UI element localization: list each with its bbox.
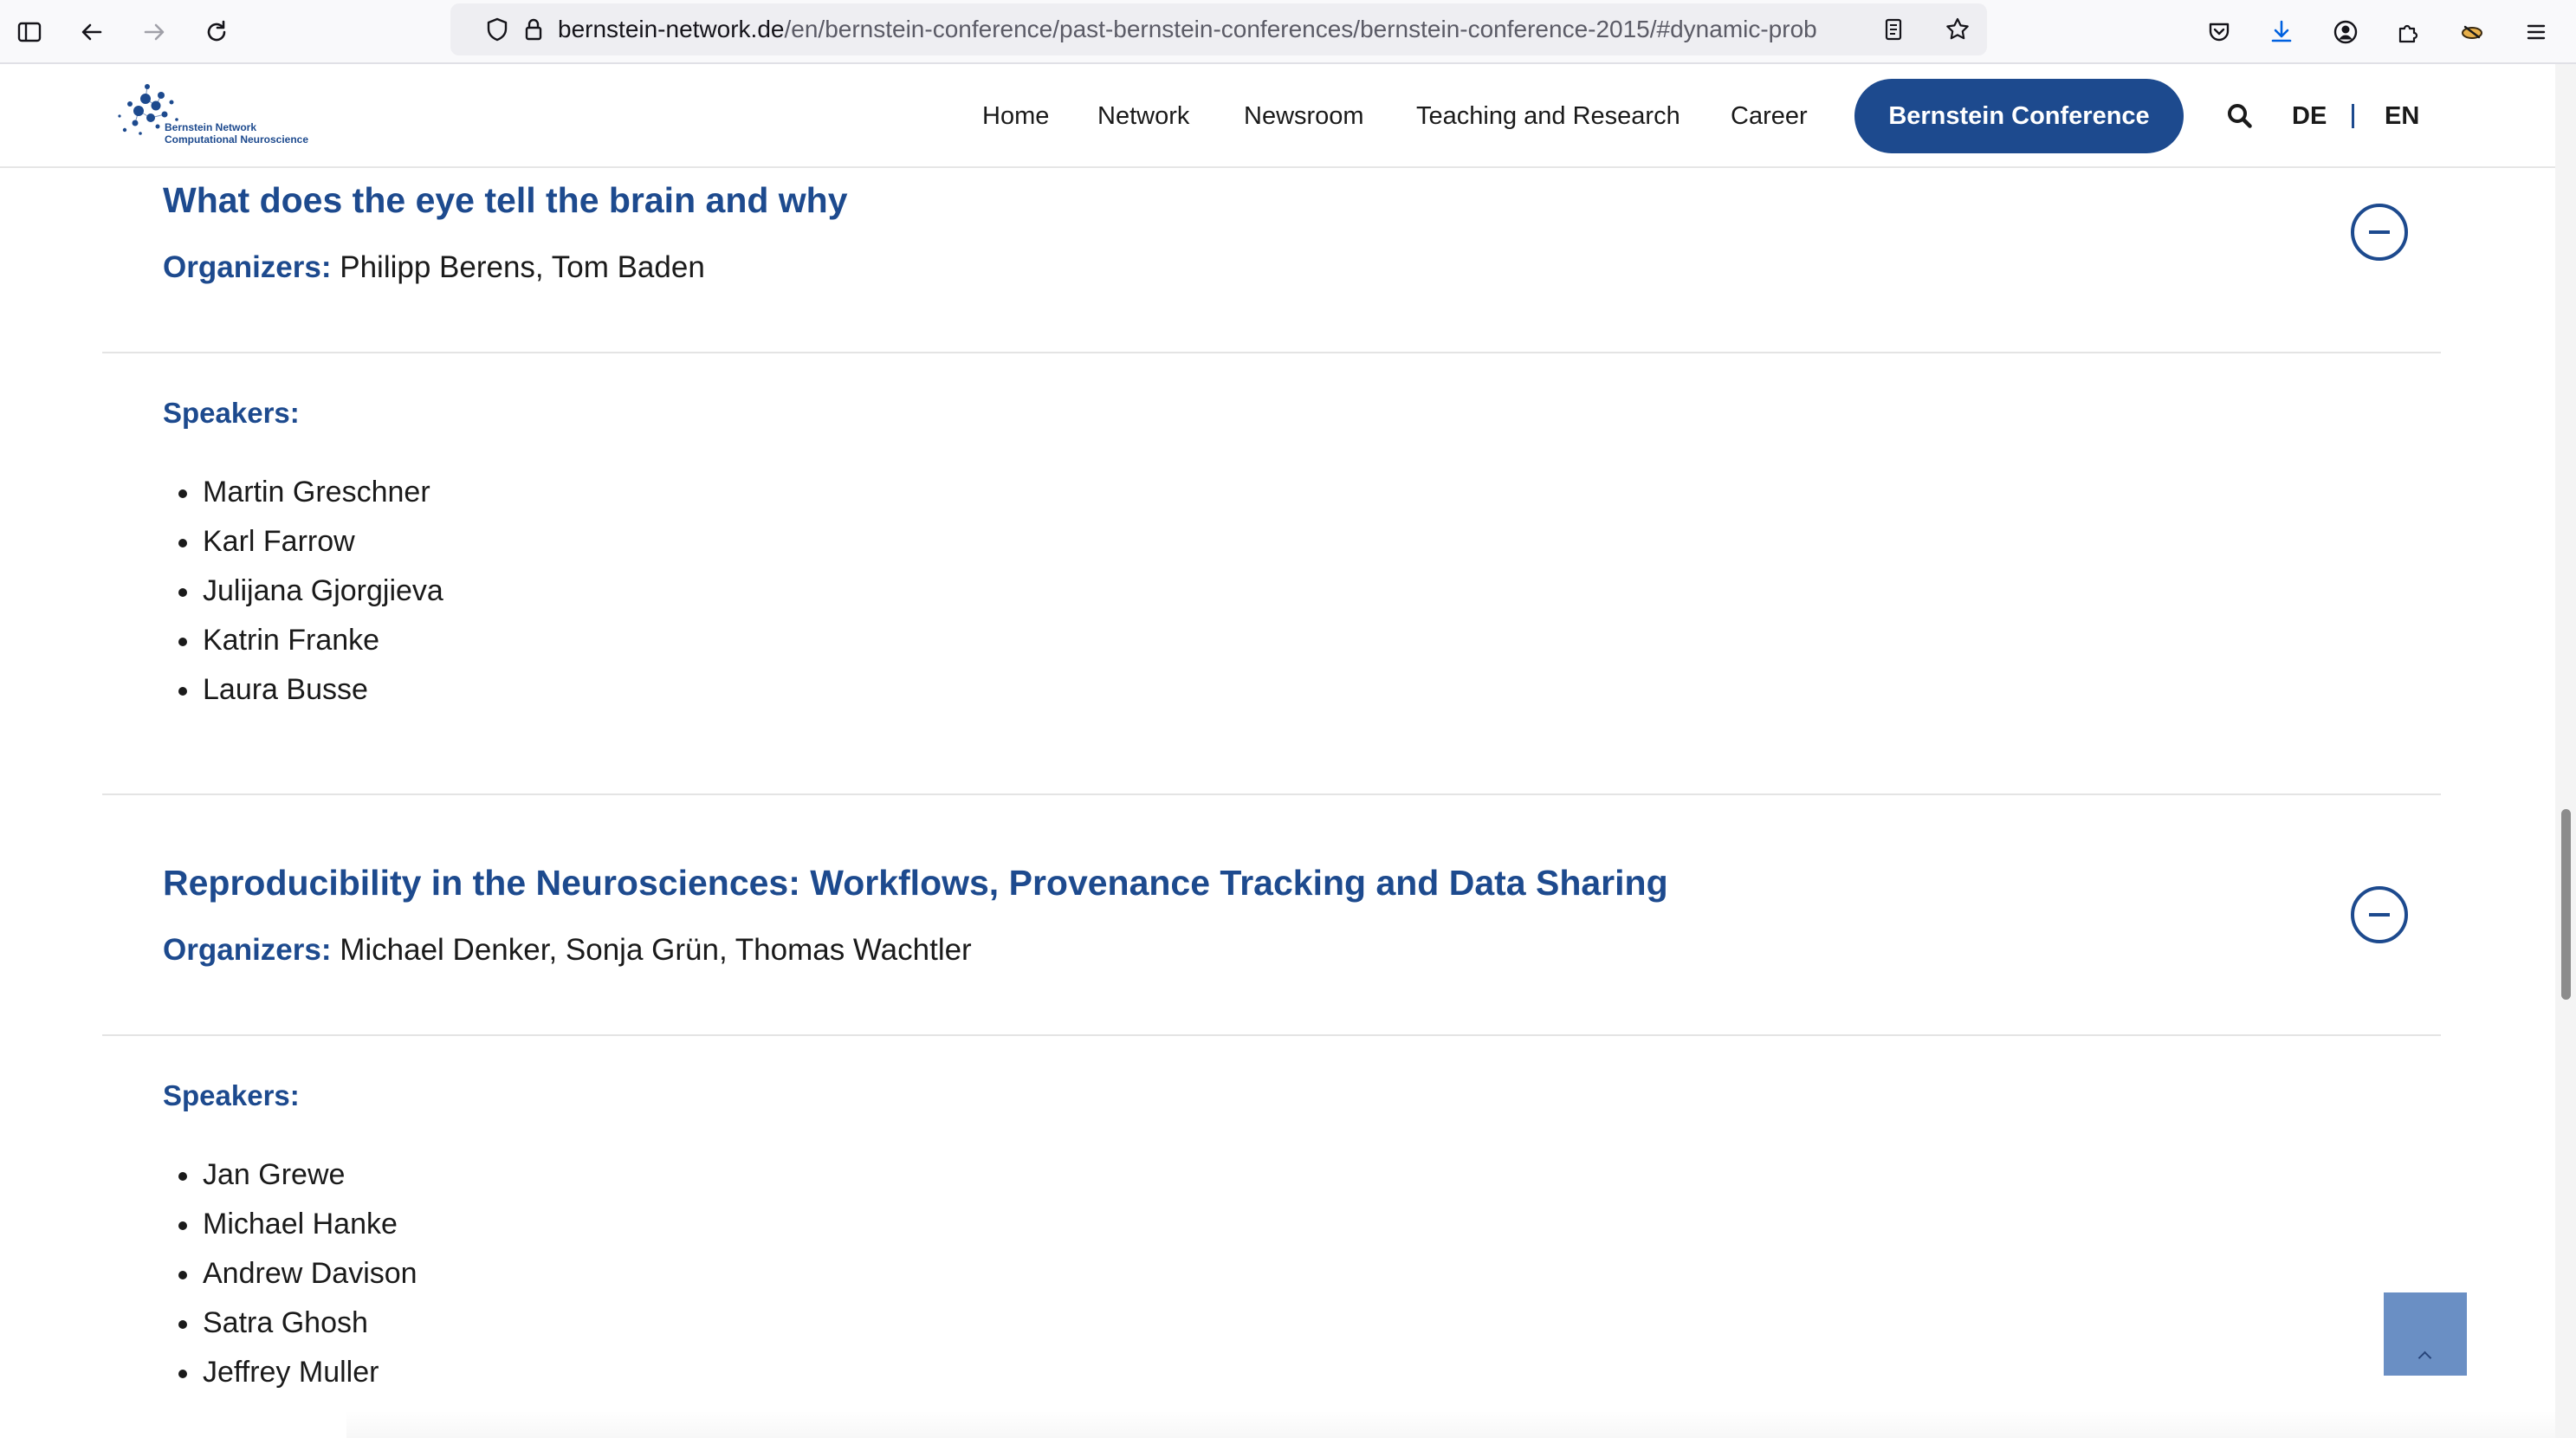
section-title[interactable]: Reproducibility in the Neurosciences: Wo… [163, 863, 1668, 904]
logo-line2: Computational Neuroscience [165, 133, 309, 146]
url-text[interactable]: bernstein-network.de/en/bernstein-confer… [558, 3, 1883, 55]
pocket-icon[interactable] [2198, 11, 2240, 53]
list-item: Karl Farrow [163, 517, 443, 567]
list-item: Jan Grewe [163, 1150, 417, 1200]
organizers-line: Organizers: Michael Denker, Sonja Grün, … [163, 933, 972, 968]
nav-item-newsroom[interactable]: Newsroom [1244, 64, 1364, 168]
lock-icon[interactable] [513, 9, 554, 50]
lang-de-link[interactable]: DE [2292, 64, 2327, 168]
cta-label: Bernstein Conference [1888, 101, 2150, 130]
organizers-line: Organizers: Philipp Berens, Tom Baden [163, 250, 705, 285]
organizers-names: Philipp Berens, Tom Baden [340, 250, 705, 284]
nav-teaching-label: Teaching and Research [1416, 101, 1680, 130]
nav-item-teaching-research[interactable]: Teaching and Research [1416, 64, 1680, 168]
collapse-icon[interactable] [2351, 886, 2408, 943]
extension-icon[interactable] [2451, 11, 2493, 53]
extensions-icon[interactable] [2387, 11, 2429, 53]
reload-icon[interactable] [196, 11, 237, 53]
collapse-icon[interactable] [2351, 204, 2408, 261]
arrow-up-icon[interactable] [2384, 1292, 2467, 1376]
page-scrollbar[interactable] [2555, 64, 2576, 1438]
url-host: bernstein-network.de [558, 16, 785, 42]
nav-item-career[interactable]: Career [1731, 64, 1808, 168]
account-icon[interactable] [2325, 11, 2366, 53]
url-path: /en/bernstein-conference/past-bernstein-… [784, 16, 1817, 42]
bookmark-star-icon[interactable] [1937, 9, 1978, 50]
divider [102, 793, 2441, 795]
lang-separator [2352, 104, 2354, 128]
nav-item-home[interactable]: Home [982, 64, 1049, 168]
search-icon[interactable] [2224, 100, 2256, 132]
list-item: Laura Busse [163, 665, 443, 715]
nav-network-label: Network [1097, 101, 1190, 130]
speakers-label: Speakers: [163, 397, 300, 429]
bernstein-conference-button[interactable]: Bernstein Conference [1854, 79, 2184, 153]
section-title[interactable]: What does the eye tell the brain and why [163, 180, 848, 221]
nav-newsroom-label: Newsroom [1244, 101, 1364, 130]
site-header: Bernstein Network Computational Neurosci… [0, 64, 2555, 168]
menu-icon[interactable] [2515, 11, 2557, 53]
list-item: Martin Greschner [163, 468, 443, 517]
organizers-label: Organizers: [163, 250, 332, 284]
site-logo[interactable]: Bernstein Network Computational Neurosci… [113, 76, 320, 156]
nav-career-label: Career [1731, 101, 1808, 130]
logo-line1: Bernstein Network [165, 121, 257, 133]
speakers-label: Speakers: [163, 1079, 300, 1111]
lang-en-link[interactable]: EN [2385, 64, 2419, 168]
speaker-list: Jan Grewe Michael Hanke Andrew Davison S… [163, 1150, 417, 1397]
shield-icon[interactable] [476, 9, 518, 50]
divider [102, 352, 2441, 353]
back-icon[interactable] [71, 11, 113, 53]
list-item: Satra Ghosh [163, 1299, 417, 1348]
nav-item-network[interactable]: Network [1097, 64, 1189, 168]
list-item: Julijana Gjorgjieva [163, 567, 443, 616]
list-item: Katrin Franke [163, 616, 443, 665]
bottom-shade [346, 1410, 2555, 1438]
reader-icon[interactable] [1873, 9, 1914, 50]
organizers-label: Organizers: [163, 933, 332, 967]
address-bar[interactable]: bernstein-network.de/en/bernstein-confer… [450, 3, 1987, 55]
browser-toolbar: bernstein-network.de/en/bernstein-confer… [0, 0, 2576, 64]
sidebar-icon[interactable] [9, 11, 50, 53]
list-item: Andrew Davison [163, 1249, 417, 1299]
list-item: Michael Hanke [163, 1200, 417, 1249]
divider [102, 1034, 2441, 1036]
logo-text: Bernstein Network Computational Neurosci… [165, 121, 308, 146]
speaker-list: Martin Greschner Karl Farrow Julijana Gj… [163, 468, 443, 715]
list-item: Jeffrey Muller [163, 1348, 417, 1397]
nav-home-label: Home [982, 101, 1050, 130]
organizers-names: Michael Denker, Sonja Grün, Thomas Wacht… [340, 933, 972, 967]
scrollbar-thumb[interactable] [2561, 809, 2571, 1000]
forward-icon[interactable] [133, 11, 175, 53]
download-icon[interactable] [2261, 11, 2302, 53]
